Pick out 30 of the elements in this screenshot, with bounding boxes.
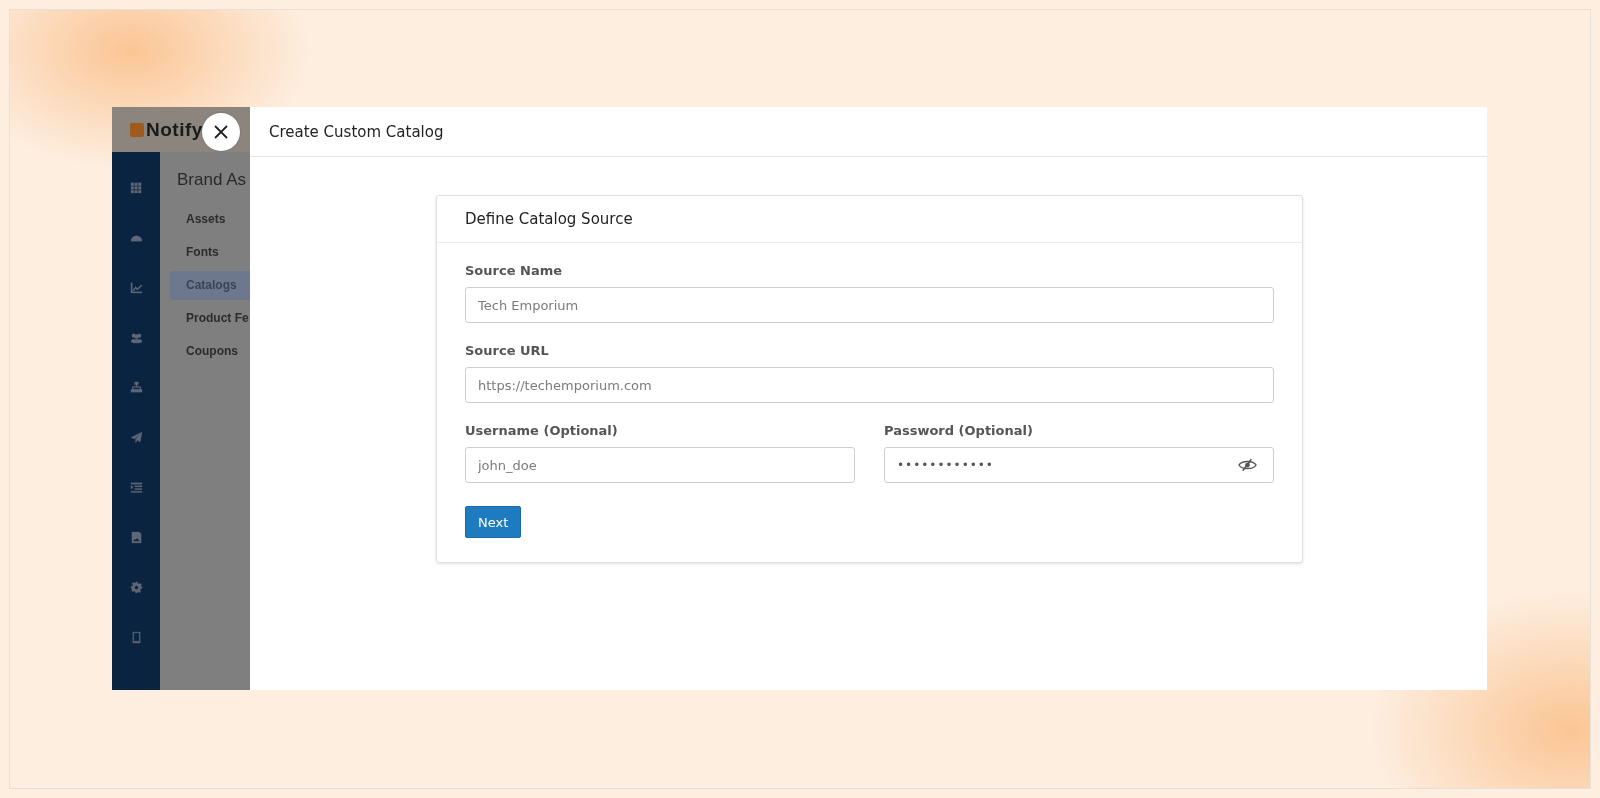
text-field[interactable]: Tech Emporium [465,287,1274,323]
modal-title: Create Custom Catalog [269,122,444,141]
image-file-icon[interactable] [129,531,143,544]
tablet-icon[interactable] [129,631,143,644]
text-field[interactable]: john_doe [465,447,855,483]
password-field[interactable]: •••••••••••• [884,447,1274,483]
sitemap-icon[interactable] [129,381,143,394]
grid-icon[interactable] [129,181,143,194]
field-label: Source URL [465,343,550,358]
app-logo: Notify [146,118,203,141]
nav-item[interactable]: Assets [170,205,250,234]
field-label: Source Name [465,263,564,278]
text-field[interactable]: https://techemporium.com [465,367,1274,403]
eye-slash-icon[interactable] [1238,458,1257,472]
nav-item[interactable]: Catalogs [170,271,250,300]
settings-icon[interactable] [129,581,143,594]
paper-plane-icon[interactable] [129,431,143,444]
logo-icon [130,122,144,137]
nav-item[interactable]: Product Fe [170,304,250,333]
field-label: Username (Optional) [465,423,619,438]
card-title: Define Catalog Source [465,210,633,228]
chart-icon[interactable] [129,281,143,294]
nav-item[interactable]: Fonts [170,238,250,267]
section-title: Brand As [176,170,247,190]
field-label: Password (Optional) [884,423,1034,438]
list-icon[interactable] [129,481,143,494]
close-icon[interactable] [213,124,229,140]
nav-item[interactable]: Coupons [170,337,250,366]
next-button[interactable]: Next [465,506,522,538]
users-icon[interactable] [129,331,143,344]
